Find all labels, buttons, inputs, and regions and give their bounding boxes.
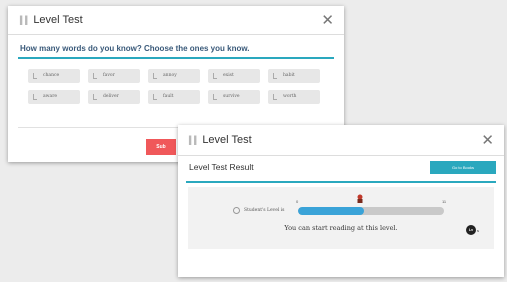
title-group: ▍▍ Level Test <box>20 14 83 26</box>
check-icon <box>213 93 217 100</box>
level-progress-track <box>298 207 444 215</box>
word-grid: chance favor annoy exist habit aware del… <box>8 59 344 104</box>
check-icon <box>93 72 97 79</box>
submit-button[interactable]: Sub <box>146 139 176 155</box>
word-chip[interactable]: fault <box>148 89 200 104</box>
word-label: deliver <box>103 94 119 99</box>
word-label: worth <box>283 94 297 99</box>
level-progress-fill <box>298 207 364 215</box>
scale-max: 11 <box>442 199 447 204</box>
check-icon <box>273 93 277 100</box>
badge-icon: Lv <box>466 225 476 235</box>
check-icon <box>153 93 157 100</box>
person-icon <box>233 207 240 214</box>
scale-min: 0 <box>296 199 299 204</box>
word-label: aware <box>43 94 58 99</box>
accent-divider <box>186 181 496 183</box>
question-text: How many words do you know? Choose the o… <box>20 44 250 53</box>
check-icon <box>93 93 97 100</box>
word-label: chance <box>43 73 60 78</box>
word-chip[interactable]: worth <box>268 89 320 104</box>
check-icon <box>273 72 277 79</box>
level-badge: Lv s <box>466 225 479 235</box>
check-icon <box>33 72 37 79</box>
character-marker-icon <box>357 194 363 203</box>
close-icon[interactable]: ✕ <box>481 133 494 148</box>
word-label: annoy <box>163 73 177 78</box>
check-icon <box>33 93 37 100</box>
title-group: ▍▍ Level Test <box>189 134 252 146</box>
level-panel: Student's Level is 0 11 You can start re… <box>188 187 494 249</box>
word-chip[interactable]: annoy <box>148 68 200 83</box>
word-label: habit <box>283 73 295 78</box>
word-chip[interactable]: aware <box>28 89 80 104</box>
word-chip[interactable]: favor <box>88 68 140 83</box>
word-label: fault <box>163 94 174 99</box>
go-to-books-button[interactable]: Go to Books <box>430 160 496 174</box>
word-chip[interactable]: exist <box>208 68 260 83</box>
book-icon: ▍▍ <box>20 15 31 25</box>
level-label: Student's Level is <box>244 208 285 213</box>
title-bar: ▍▍ Level Test ✕ <box>178 125 504 155</box>
window-title: Level Test <box>33 14 83 26</box>
badge-suffix: s <box>477 227 479 233</box>
book-icon: ▍▍ <box>189 135 200 145</box>
word-label: survive <box>223 94 240 99</box>
level-result-window: ▍▍ Level Test ✕ Level Test Result Go to … <box>178 125 504 277</box>
window-title: Level Test <box>202 134 252 146</box>
word-chip[interactable]: chance <box>28 68 80 83</box>
check-icon <box>213 72 217 79</box>
word-chip[interactable]: survive <box>208 89 260 104</box>
level-message: You can start reading at this level. <box>284 224 398 232</box>
close-icon[interactable]: ✕ <box>321 13 334 28</box>
result-header: Level Test Result Go to Books <box>178 156 504 178</box>
title-bar: ▍▍ Level Test ✕ <box>8 6 344 34</box>
word-label: favor <box>103 73 115 78</box>
level-label-group: Student's Level is <box>233 207 285 214</box>
word-chip[interactable]: deliver <box>88 89 140 104</box>
word-chip[interactable]: habit <box>268 68 320 83</box>
word-label: exist <box>223 73 234 78</box>
check-icon <box>153 72 157 79</box>
result-title: Level Test Result <box>189 162 254 172</box>
